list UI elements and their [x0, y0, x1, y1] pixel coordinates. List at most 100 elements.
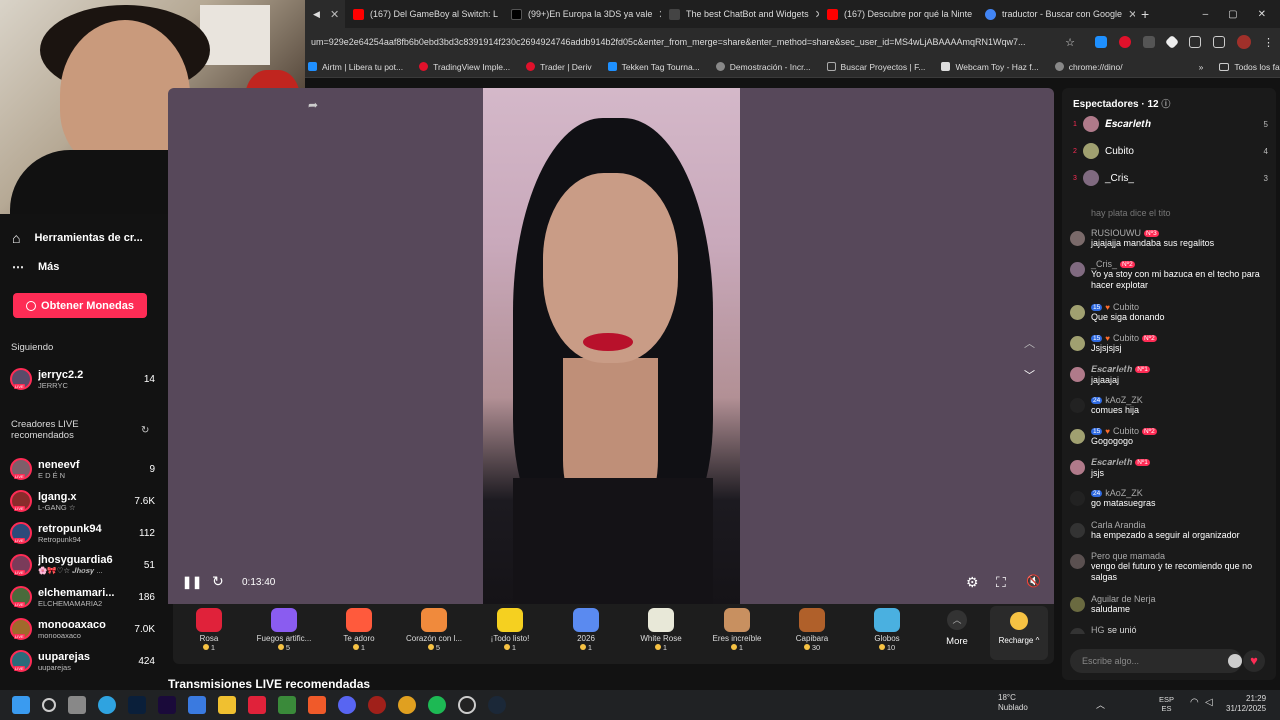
chat-messages[interactable]: hay plata dice el tito RUSIOUWU Nº3 jajaja… — [1062, 206, 1276, 634]
maximize-button[interactable]: ▢ — [1228, 9, 1237, 20]
brave-icon[interactable] — [308, 696, 326, 714]
browser-tab[interactable]: The best ChatBot and Widgets ✕ — [661, 0, 819, 28]
gift-item[interactable]: Eres increíble 1 — [700, 608, 774, 652]
bookmark-item[interactable]: TradingView Imple... — [419, 62, 510, 72]
recommended-creator[interactable]: LIVE lgang.x L-GANG ☆ 7.6K — [10, 486, 155, 516]
sidebar-icon[interactable] — [1213, 36, 1225, 48]
bookmarks-overflow-icon[interactable]: » — [1199, 62, 1204, 72]
tray-chevron-icon[interactable]: ︿ — [1096, 698, 1105, 711]
recommended-creator[interactable]: LIVE elchemamari... ELCHEMAMARIA2 186 — [10, 582, 155, 612]
browser-tab-active[interactable]: ◀ ✕ — [305, 0, 345, 28]
search-icon[interactable] — [42, 698, 56, 712]
chevron-up-icon[interactable]: ︿ — [1024, 335, 1035, 351]
fullscreen-icon[interactable]: ⛶ — [996, 574, 1006, 591]
edge-icon[interactable] — [98, 696, 116, 714]
photoshop-icon[interactable] — [128, 696, 146, 714]
steam-icon[interactable] — [488, 696, 506, 714]
bookmark-item[interactable]: Demostración - Incr... — [715, 62, 811, 72]
refresh-icon[interactable]: ↻ — [141, 425, 149, 436]
browser-tab[interactable]: (99+)En Europa la 3DS ya vale ✕ — [503, 0, 661, 28]
bookmark-item[interactable]: Webcam Toy - Haz f... — [941, 62, 1039, 72]
weather-widget[interactable]: 18°C Nublado — [998, 693, 1028, 713]
chat-input[interactable]: Escribe algo... — [1070, 649, 1242, 673]
gift-item[interactable]: Corazón con l... 5 — [397, 608, 471, 652]
bookmark-item[interactable]: chrome://dino/ — [1054, 62, 1123, 72]
close-tab-icon[interactable]: ✕ — [1128, 8, 1135, 21]
extension-icon[interactable] — [1119, 36, 1131, 48]
avatar — [1070, 367, 1085, 382]
mute-icon[interactable]: 🔇 — [1026, 574, 1041, 588]
chat-message: Aguilar de Nerja saludame — [1070, 594, 1270, 615]
store-icon[interactable] — [188, 696, 206, 714]
recommended-creator[interactable]: LIVE neneevf E D É N 9 — [10, 454, 155, 484]
new-tab-button[interactable]: + — [1141, 6, 1149, 22]
volume-icon[interactable]: ◁ — [1205, 697, 1213, 708]
extension-icon[interactable] — [1095, 36, 1107, 48]
premiere-icon[interactable] — [158, 696, 176, 714]
gift-item[interactable]: Fuegos artific... 5 — [247, 608, 321, 652]
puzzle-icon[interactable] — [1189, 36, 1201, 48]
explorer-icon[interactable] — [218, 696, 236, 714]
top-viewer[interactable]: 1 𝑬𝒔𝒄𝒂𝒓𝒍𝒆𝒕𝒉 5 — [1073, 114, 1268, 134]
more-gifts-button[interactable]: ︿ More — [942, 610, 972, 647]
all-bookmarks-button[interactable]: Todos los favoritos — [1219, 62, 1280, 72]
recommended-creator[interactable]: LIVE jhosyguardia6 🌸🎀♡☆ 𝑱𝒉𝒐𝒔𝒚 ... 51 — [10, 550, 155, 580]
top-viewer[interactable]: 3 _Cris_ 3 — [1073, 168, 1268, 188]
chrome-icon[interactable] — [398, 696, 416, 714]
minimize-button[interactable]: – — [1203, 9, 1209, 20]
bookmark-icon — [308, 62, 317, 71]
following-item[interactable]: LIVE jerryc2.2 JERRYC 14 — [10, 364, 155, 394]
get-coins-button[interactable]: Obtener Monedas — [13, 293, 147, 318]
browser-tab[interactable]: (167) Del GameBoy al Switch: L ✕ — [345, 0, 503, 28]
gift-item[interactable]: Globos 10 — [850, 608, 924, 652]
info-icon[interactable]: ⓘ — [1161, 99, 1170, 109]
tiktok-app-icon[interactable] — [248, 696, 266, 714]
bookmark-item[interactable]: Buscar Proyectos | F... — [826, 62, 925, 72]
gift-item[interactable]: ¡Todo listo! 1 — [473, 608, 547, 652]
more-item[interactable]: ⋯ Más — [12, 260, 59, 274]
gift-item[interactable]: Capibara 30 — [775, 608, 849, 652]
settings-icon[interactable]: ⚙ — [966, 574, 979, 591]
chevron-down-icon[interactable]: ﹀ — [1024, 367, 1035, 383]
url-field[interactable]: um=929e2e64254aaf8fb6b0ebd3bd3c8391914f2… — [311, 37, 1057, 47]
extension-icon[interactable] — [1164, 34, 1180, 50]
profile-avatar[interactable] — [1237, 35, 1251, 49]
pause-icon[interactable]: ❚❚ — [182, 575, 202, 589]
recharge-button[interactable]: Recharge ^ — [990, 606, 1048, 660]
menu-icon[interactable]: ⋮ — [1263, 36, 1274, 49]
creator-tools-item[interactable]: ⌂ Herramientas de cr... — [12, 230, 143, 246]
recommended-creator[interactable]: LIVE monooaxaco monooaxaco 7.0K — [10, 614, 155, 644]
taskview-icon[interactable] — [68, 696, 86, 714]
star-icon[interactable]: ☆ — [1065, 36, 1075, 49]
gift-item[interactable]: White Rose 1 — [624, 608, 698, 652]
system-clock[interactable]: 21:29 31/12/2025 — [1226, 694, 1266, 714]
bookmark-item[interactable]: Tekken Tag Tourna... — [607, 62, 700, 72]
recommended-creator[interactable]: LIVE retropunk94 Retropunk94 112 — [10, 518, 155, 548]
close-window-button[interactable]: ✕ — [1258, 9, 1266, 20]
heart-button[interactable]: ♥ — [1243, 650, 1265, 672]
browser-tab[interactable]: (167) Descubre por qué la Ninte ✕ — [819, 0, 977, 28]
bookmark-item[interactable]: Airtm | Libera tu pot... — [308, 62, 403, 72]
spotify-icon[interactable] — [428, 696, 446, 714]
windows-start-icon[interactable] — [12, 696, 30, 714]
share-icon[interactable]: ➦ — [308, 98, 318, 112]
wifi-icon[interactable]: ◠ — [1190, 697, 1199, 708]
app-icon[interactable] — [368, 696, 386, 714]
extension-icon[interactable] — [1143, 36, 1155, 48]
avatar — [1070, 429, 1085, 444]
minecraft-icon[interactable] — [278, 696, 296, 714]
discord-icon[interactable] — [338, 696, 356, 714]
obs-icon[interactable] — [458, 696, 476, 714]
live-video-player[interactable]: ➦ ︿ ﹀ ❚❚ ↻ 0:13:40 ⚙ ⛶ 🔇 — [168, 88, 1054, 604]
top-viewer[interactable]: 2 Cubito 4 — [1073, 141, 1268, 161]
refresh-icon[interactable]: ↻ — [212, 573, 224, 590]
recommended-creator[interactable]: LIVE uuparejas uuparejas 424 — [10, 646, 155, 676]
emoji-icon[interactable] — [1228, 654, 1242, 668]
gift-item[interactable]: Te adoro 1 — [322, 608, 396, 652]
gift-item[interactable]: 2026 1 — [549, 608, 623, 652]
browser-tab[interactable]: traductor - Buscar con Google ✕ — [977, 0, 1135, 28]
gift-item[interactable]: Rosa 1 — [172, 608, 246, 652]
close-tab-icon[interactable]: ✕ — [330, 8, 339, 21]
language-indicator[interactable]: ESP ES — [1159, 695, 1174, 713]
bookmark-item[interactable]: Trader | Deriv — [526, 62, 592, 72]
